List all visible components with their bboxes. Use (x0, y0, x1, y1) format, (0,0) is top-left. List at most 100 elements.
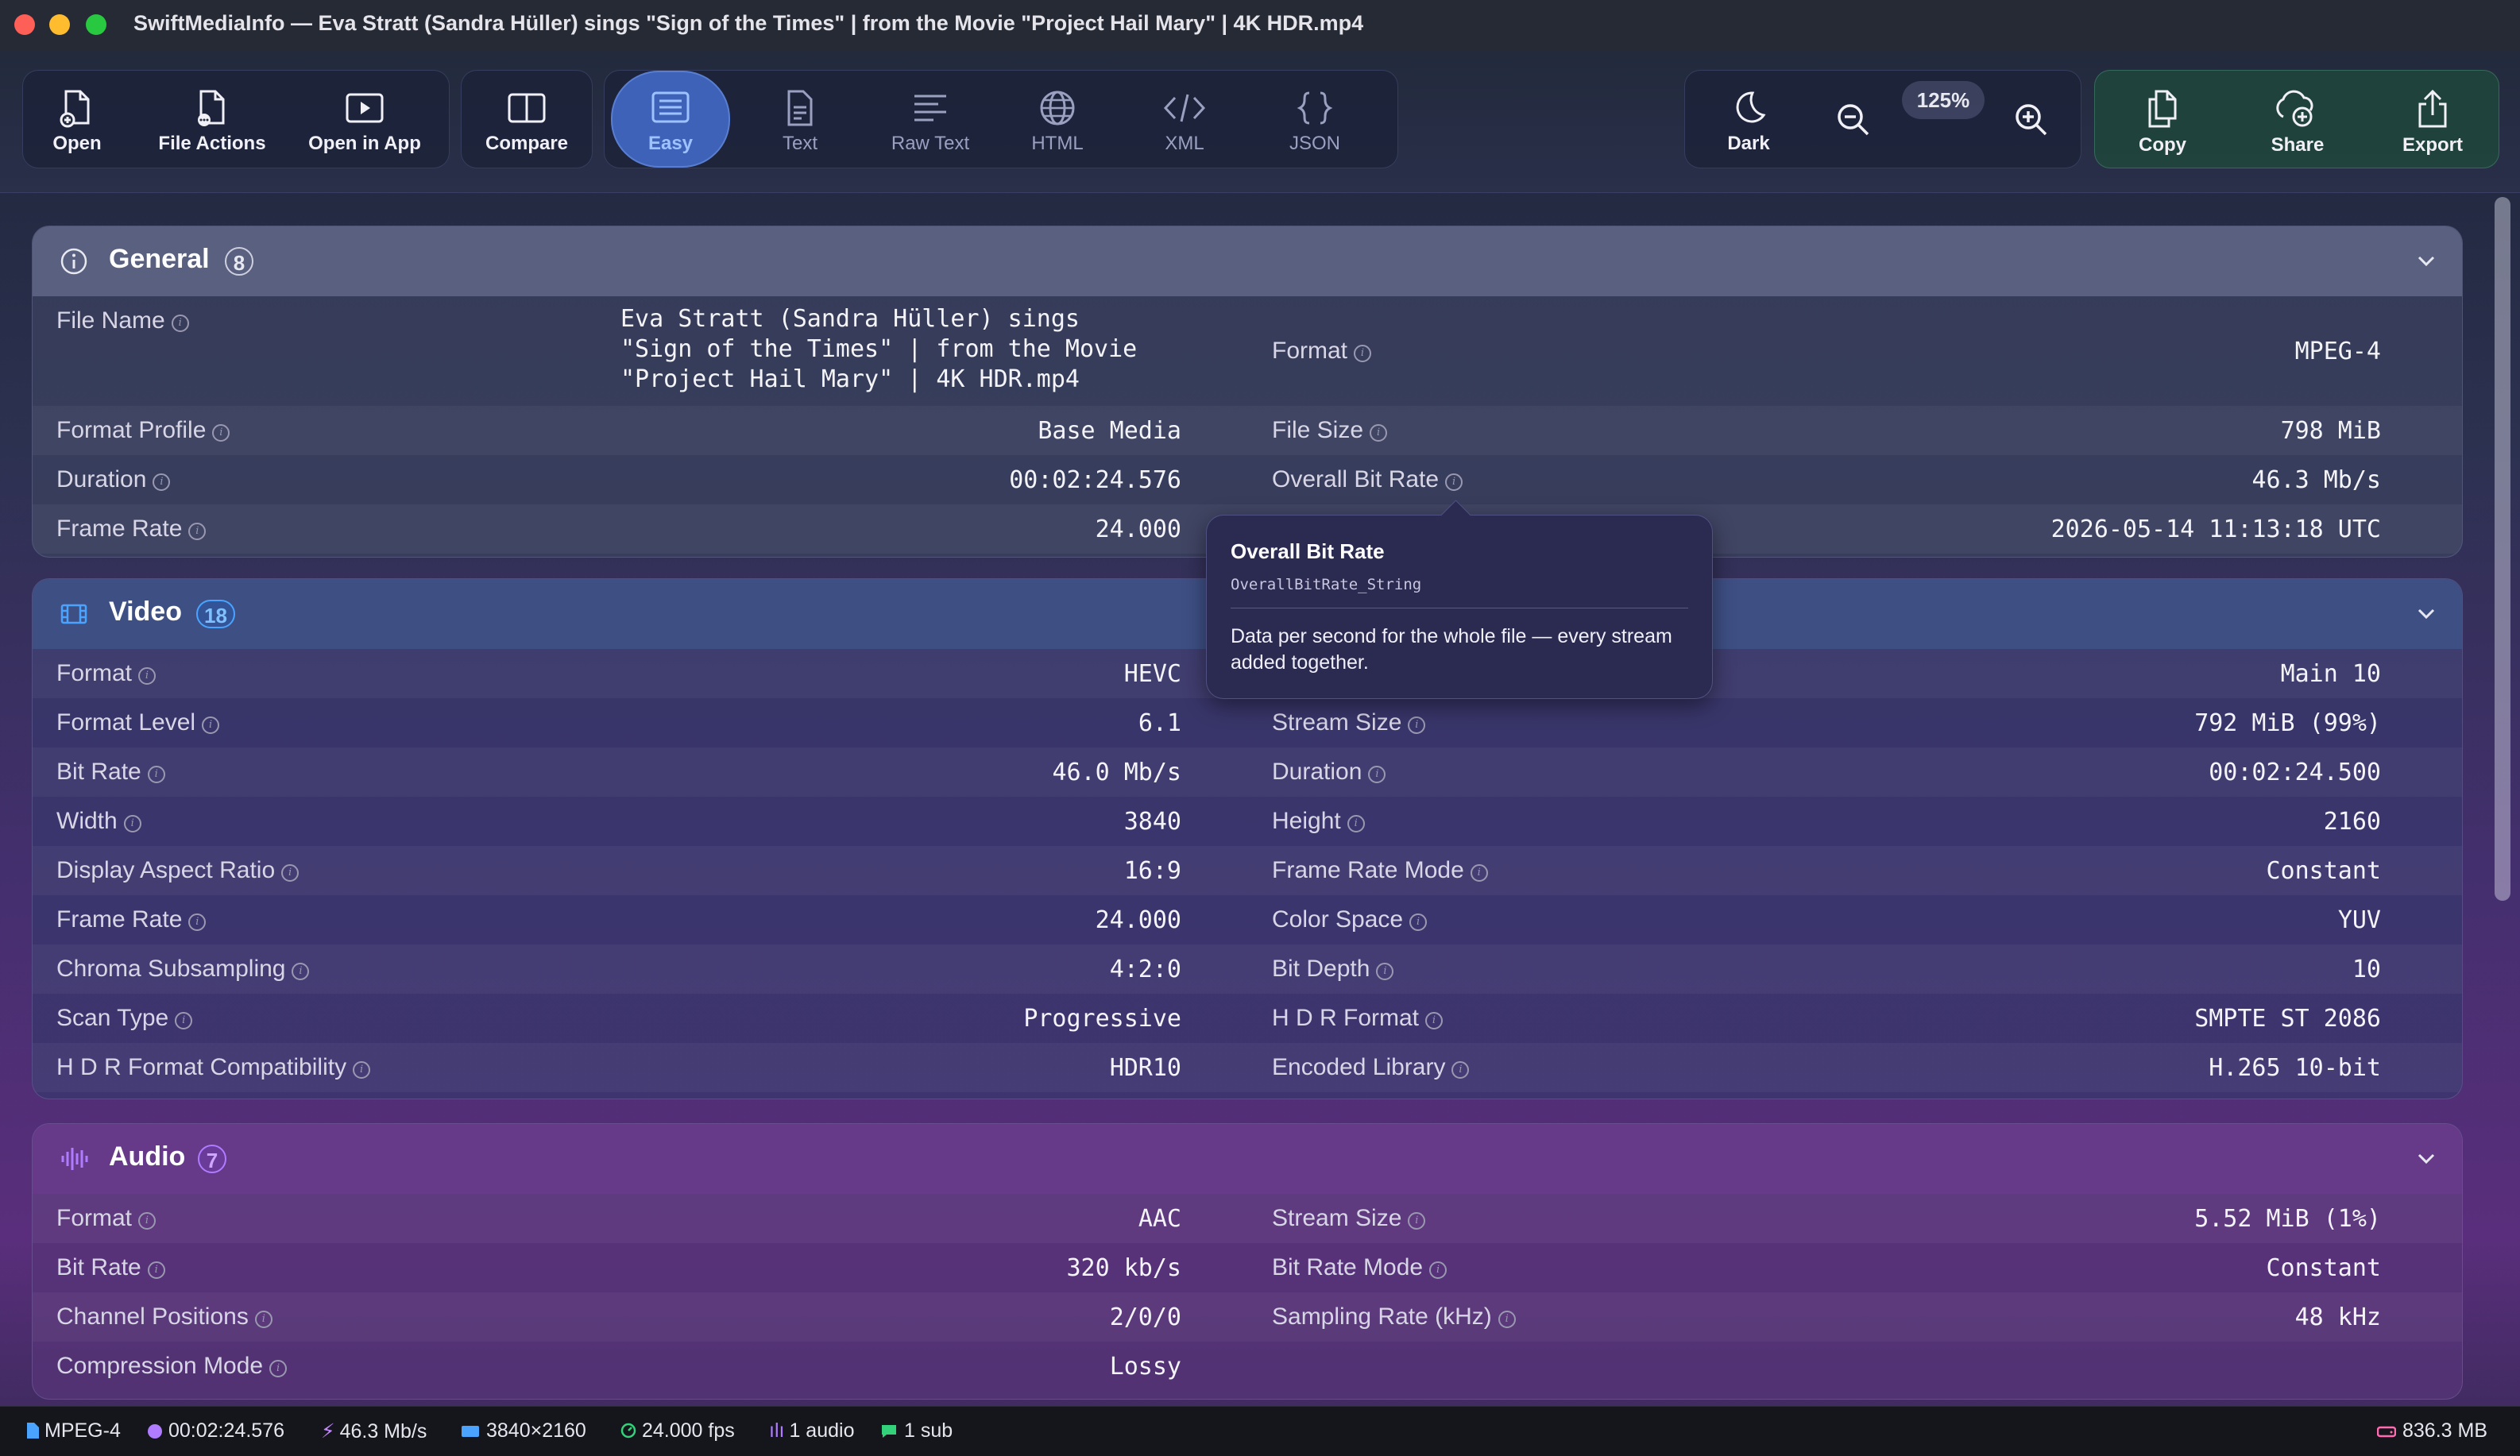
audio-title: Audio (109, 1141, 186, 1172)
general-title: General (109, 244, 210, 274)
video-row: Display Aspect Ratio i 16:9 Frame Rate Mode… (33, 846, 2462, 895)
toolbar: Open File Actions Open in App Compare Ea… (0, 51, 2520, 193)
curly-braces-icon (1297, 91, 1333, 125)
general-count-badge: 8 (225, 247, 253, 276)
info-icon[interactable]: i (1429, 1261, 1447, 1279)
text-lines-icon (914, 95, 946, 122)
share-button[interactable]: Share (2238, 71, 2357, 168)
view-text-button[interactable]: Text (744, 71, 856, 168)
info-icon[interactable]: i (1408, 1212, 1426, 1230)
audio-row: Channel Positions i 2/0/0 Sampling Rate (kH… (33, 1292, 2462, 1342)
info-icon[interactable]: i (153, 473, 171, 491)
close-window-button[interactable] (14, 14, 35, 35)
drive-icon (2376, 1426, 2397, 1438)
general-section: General 8 File Name i Eva Stratt (Sandra … (32, 226, 2463, 558)
info-icon[interactable]: i (171, 315, 189, 332)
video-rows: Format i HEVC Main 10 Format Level i 6.1 Stream… (33, 649, 2462, 1092)
info-icon[interactable]: i (292, 963, 310, 980)
video-row: Bit Rate i 46.0 Mb/s Duration i 00:02:24.500 (33, 747, 2462, 797)
chevron-down-icon[interactable] (2413, 1145, 2440, 1172)
info-icon[interactable]: i (1425, 1012, 1444, 1029)
view-xml-button[interactable]: XML (1129, 71, 1240, 168)
audio-row: Bit Rate i 320 kb/s Bit Rate Mode i Constant (56, 1254, 2381, 1282)
view-json-button[interactable]: JSON (1259, 71, 1370, 168)
status-subtitles: 1 sub (880, 1419, 953, 1442)
window-title: SwiftMediaInfo — Eva Stratt (Sandra Hüll… (133, 11, 1364, 35)
open-in-app-button[interactable]: Open in App (293, 71, 436, 168)
bolt-icon: ⚡ (321, 1420, 335, 1442)
audio-header[interactable]: Audio 7 (33, 1124, 2462, 1194)
info-icon[interactable]: i (1451, 1061, 1470, 1079)
general-header[interactable]: General 8 (33, 226, 2462, 296)
speech-bubble-icon (882, 1425, 896, 1438)
info-icon[interactable]: i (1368, 766, 1386, 783)
chevron-down-icon[interactable] (2413, 600, 2440, 627)
chevron-down-icon[interactable] (2413, 247, 2440, 274)
info-icon[interactable]: i (1445, 473, 1463, 491)
info-icon[interactable]: i (147, 766, 165, 783)
file-group: Open File Actions Open in App (22, 70, 450, 168)
video-count-badge: 18 (196, 600, 235, 628)
view-easy-button[interactable]: Easy (611, 71, 730, 168)
info-icon[interactable]: i (254, 1311, 272, 1328)
view-raw-text-button[interactable]: Raw Text (867, 71, 994, 168)
info-icon[interactable]: i (1370, 424, 1388, 442)
waveform-icon (61, 1148, 88, 1170)
tooltip-key: OverallBitRate_String (1231, 576, 1422, 593)
info-icon[interactable]: i (188, 523, 207, 540)
video-row: Scan Type i Progressive H D R Format i SMPTE … (56, 1005, 2381, 1033)
moon-icon (1736, 91, 1766, 123)
tooltip-title: Overall Bit Rate (1231, 539, 1385, 563)
info-icon[interactable]: i (147, 1261, 165, 1279)
zoom-window-button[interactable] (86, 14, 106, 35)
scrollbar[interactable] (2495, 197, 2510, 901)
info-icon[interactable]: i (138, 1212, 157, 1230)
zoom-in-button[interactable] (2000, 71, 2063, 168)
status-format: MPEG-4 (25, 1419, 121, 1442)
status-duration: 00:02:24.576 (148, 1419, 284, 1442)
copy-button[interactable]: Copy (2103, 71, 2222, 168)
status-audio: ılı 1 audio (769, 1419, 855, 1442)
status-fps: 24.000 fps (620, 1419, 735, 1442)
info-icon[interactable]: i (212, 424, 230, 442)
status-resolution: 3840×2160 (461, 1419, 586, 1442)
open-button[interactable]: Open (23, 71, 131, 168)
document-icon (787, 90, 813, 126)
share-people-icon (2276, 90, 2313, 127)
zoom-out-button[interactable] (1822, 71, 1885, 168)
output-group: Copy Share Export (2094, 70, 2499, 168)
info-icon[interactable]: i (202, 716, 220, 734)
info-icon[interactable]: i (123, 815, 141, 832)
file-actions-button[interactable]: File Actions (141, 71, 284, 168)
minimize-window-button[interactable] (49, 14, 70, 35)
list-window-icon (651, 91, 690, 123)
info-icon (60, 248, 87, 275)
dark-mode-button[interactable]: Dark (1693, 71, 1804, 168)
film-icon (60, 604, 87, 624)
export-button[interactable]: Export (2373, 71, 2492, 168)
video-row: Chroma Subsampling i 4:2:0 Bit Depth i 10 (33, 944, 2462, 994)
audio-row: Compression Mode i Lossy (56, 1353, 1181, 1381)
view-html-button[interactable]: HTML (1002, 71, 1113, 168)
info-icon[interactable]: i (269, 1360, 288, 1377)
info-icon[interactable]: i (1376, 963, 1394, 980)
info-icon[interactable]: i (1409, 913, 1428, 931)
compare-button[interactable]: Compare (462, 71, 592, 168)
status-bitrate: ⚡ 46.3 Mb/s (321, 1420, 427, 1442)
audio-section: Audio 7 Format i AAC Stream Size i 5.52 MiB (… (32, 1123, 2463, 1400)
info-icon[interactable]: i (175, 1012, 193, 1029)
info-icon[interactable]: i (1408, 716, 1426, 734)
info-icon[interactable]: i (1347, 815, 1365, 832)
info-icon[interactable]: i (353, 1061, 371, 1079)
info-icon[interactable]: i (138, 667, 157, 685)
info-icon[interactable]: i (281, 864, 300, 882)
video-row: Width i 3840 Height i 2160 (56, 808, 2381, 836)
waveform-icon: ılı (769, 1419, 785, 1442)
zoom-level: 125% (1902, 81, 1985, 119)
info-icon[interactable]: i (1354, 345, 1372, 362)
file-actions-icon (198, 90, 225, 126)
info-icon[interactable]: i (1498, 1311, 1516, 1328)
info-icon[interactable]: i (188, 913, 207, 931)
speedometer-icon (620, 1423, 636, 1439)
info-icon[interactable]: i (1470, 864, 1488, 882)
